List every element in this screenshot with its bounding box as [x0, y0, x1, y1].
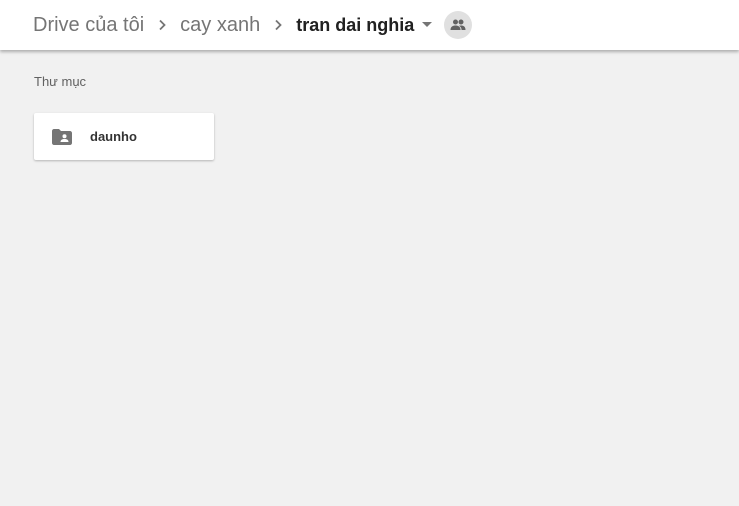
caret-down-icon[interactable] [420, 18, 434, 32]
folder-card[interactable]: daunho [34, 113, 214, 160]
chevron-right-icon [144, 19, 180, 31]
breadcrumb-item-current[interactable]: tran dai nghia [296, 13, 414, 37]
people-icon[interactable] [444, 11, 473, 39]
main-content: Thư mục daunho [0, 50, 739, 506]
breadcrumb-item-my-drive[interactable]: Drive của tôi [33, 13, 144, 37]
breadcrumb: Drive của tôi cay xanh tran dai nghia [33, 11, 473, 39]
chevron-right-icon [260, 19, 296, 31]
section-label-folders: Thư mục [34, 74, 87, 89]
top-bar: Drive của tôi cay xanh tran dai nghia [0, 0, 739, 50]
breadcrumb-item-cay-xanh[interactable]: cay xanh [180, 13, 260, 37]
shared-folder-icon [52, 127, 72, 147]
folder-name: daunho [90, 129, 137, 144]
